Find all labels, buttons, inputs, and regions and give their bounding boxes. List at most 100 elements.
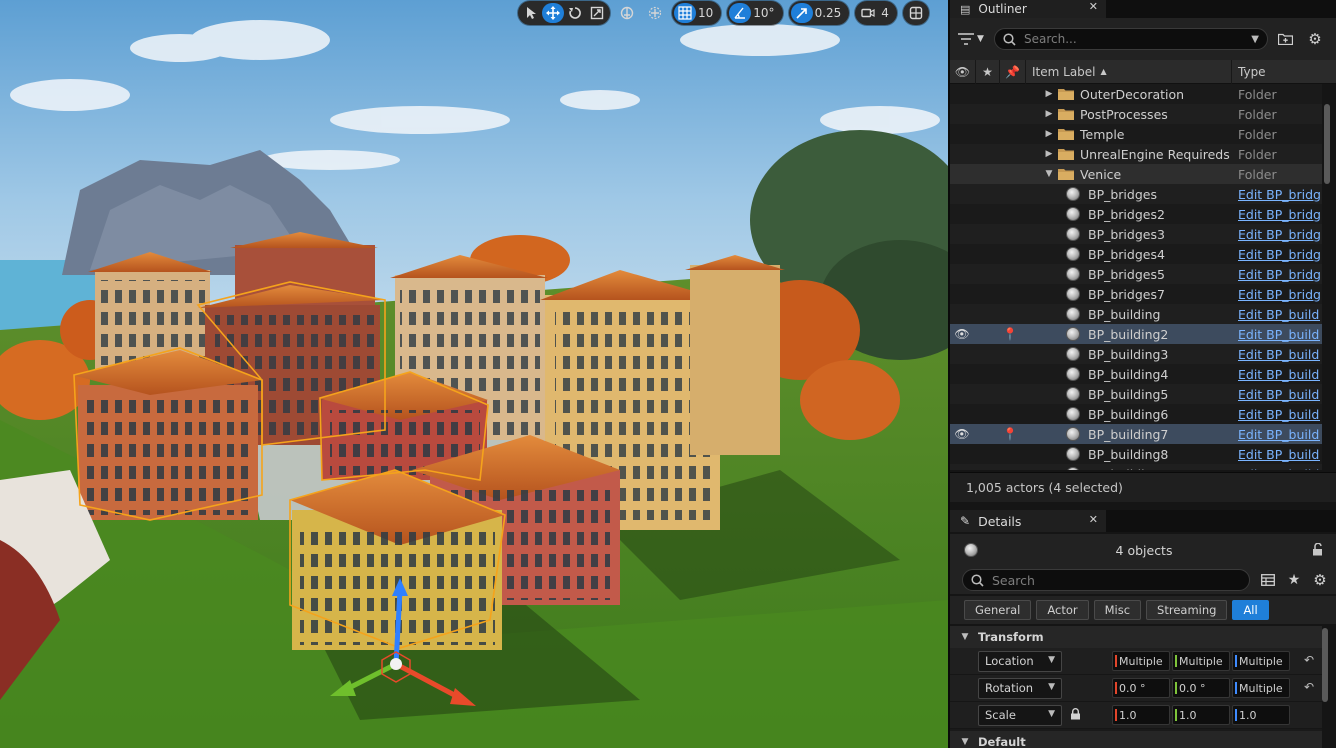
close-icon[interactable]: ✕	[1089, 513, 1098, 526]
outliner-row[interactable]: BP_bridges5 Edit BP_bridges	[950, 264, 1322, 284]
outliner-row[interactable]: BP_bridges4 Edit BP_bridges	[950, 244, 1322, 264]
chevron-right-icon[interactable]: ▶	[1044, 149, 1054, 159]
scene-render[interactable]	[0, 0, 948, 748]
edit-blueprint-link[interactable]: Edit BP_building	[1234, 307, 1320, 322]
pin-icon[interactable]: 📍	[998, 327, 1022, 341]
outliner-row[interactable]: ▶ OuterDecoration Folder	[950, 84, 1322, 104]
chevron-down-icon[interactable]: ▼	[1044, 169, 1054, 179]
surface-snapping-button[interactable]	[644, 3, 666, 23]
item-label-column[interactable]: Item Label ▲	[1026, 59, 1232, 84]
chevron-right-icon[interactable]: ▶	[1044, 129, 1054, 139]
edit-blueprint-link[interactable]: Edit BP_building	[1234, 387, 1320, 402]
select-mode-button[interactable]	[520, 3, 542, 23]
chevron-right-icon[interactable]: ▶	[1044, 89, 1054, 99]
eye-icon[interactable]: 👁	[950, 427, 974, 441]
rotation-z-field[interactable]: Multiple	[1232, 678, 1290, 698]
edit-blueprint-link[interactable]: Edit BP_building	[1234, 427, 1320, 442]
edit-blueprint-link[interactable]: Edit BP_building	[1234, 367, 1320, 382]
grid-snap-toggle[interactable]	[674, 3, 696, 23]
edit-blueprint-link[interactable]: Edit BP_building	[1234, 347, 1320, 362]
outliner-row[interactable]: BP_building4 Edit BP_building	[950, 364, 1322, 384]
rotation-x-field[interactable]: 0.0 °	[1112, 678, 1170, 698]
location-y-field[interactable]: Multiple	[1172, 651, 1230, 671]
location-x-field[interactable]: Multiple	[1112, 651, 1170, 671]
outliner-row[interactable]: BP_bridges7 Edit BP_bridges	[950, 284, 1322, 304]
details-tab[interactable]: ✎ Details ✕	[950, 510, 1106, 532]
edit-blueprint-link[interactable]: Edit BP_building	[1234, 467, 1320, 471]
edit-blueprint-link[interactable]: Edit BP_bridges	[1234, 187, 1320, 202]
outliner-row[interactable]: BP_building Edit BP_building	[950, 304, 1322, 324]
edit-blueprint-link[interactable]: Edit BP_bridges	[1234, 227, 1320, 242]
scale-mode-button[interactable]	[586, 3, 608, 23]
outliner-row[interactable]: BP_building5 Edit BP_building	[950, 384, 1322, 404]
scale-z-field[interactable]: 1.0	[1232, 705, 1290, 725]
chevron-right-icon[interactable]: ▶	[1044, 109, 1054, 119]
outliner-row[interactable]: BP_building3 Edit BP_building	[950, 344, 1322, 364]
outliner-row[interactable]: ▶ UnrealEngine Requireds Folder	[950, 144, 1322, 164]
outliner-settings-button[interactable]: ⚙	[1302, 27, 1328, 51]
location-z-field[interactable]: Multiple	[1232, 651, 1290, 671]
edit-blueprint-link[interactable]: Edit BP_bridges	[1234, 267, 1320, 282]
details-scrollbar[interactable]	[1322, 628, 1328, 702]
outliner-tree[interactable]: ▶ OuterDecoration Folder ▶ PostProcesses Fold…	[950, 84, 1322, 470]
pin-column[interactable]: 📌	[1000, 59, 1026, 84]
camera-speed-button[interactable]	[857, 3, 879, 23]
outliner-row[interactable]: BP_building6 Edit BP_building	[950, 404, 1322, 424]
outliner-scrollbar[interactable]	[1324, 104, 1330, 184]
rotation-y-field[interactable]: 0.0 °	[1172, 678, 1230, 698]
scale-mode-dropdown[interactable]: Scale ▼	[978, 704, 1062, 726]
details-search-input[interactable]: Search	[962, 569, 1250, 591]
outliner-row[interactable]: BP_building9 Edit BP_building	[950, 464, 1322, 470]
scale-x-field[interactable]: 1.0	[1112, 705, 1170, 725]
filter-tab-general[interactable]: General	[964, 600, 1032, 620]
pin-icon[interactable]: 📍	[998, 427, 1022, 441]
eye-icon[interactable]: 👁	[950, 327, 974, 341]
filter-tab-misc[interactable]: Misc	[1093, 600, 1142, 620]
camera-speed-value[interactable]: 4	[879, 6, 895, 20]
outliner-row[interactable]: BP_bridges2 Edit BP_bridges	[950, 204, 1322, 224]
outliner-row[interactable]: BP_bridges Edit BP_bridges	[950, 184, 1322, 204]
edit-blueprint-link[interactable]: Edit BP_bridges	[1234, 207, 1320, 222]
edit-blueprint-link[interactable]: Edit BP_building	[1234, 407, 1320, 422]
reset-arrow-icon[interactable]: ↶	[1304, 653, 1314, 667]
favorites-button[interactable]: ★	[1282, 569, 1306, 591]
edit-blueprint-link[interactable]: Edit BP_bridges	[1234, 287, 1320, 302]
transform-category[interactable]: ▼ Transform	[950, 626, 1322, 648]
outliner-search-input[interactable]: Search... ▼	[994, 28, 1268, 50]
details-settings-button[interactable]: ⚙	[1308, 569, 1332, 591]
scale-snap-toggle[interactable]	[790, 3, 813, 23]
location-mode-dropdown[interactable]: Location ▼	[978, 650, 1062, 672]
viewport-layout-button[interactable]	[905, 3, 927, 23]
outliner-row[interactable]: BP_bridges3 Edit BP_bridges	[950, 224, 1322, 244]
reset-arrow-icon[interactable]: ↶	[1304, 680, 1314, 694]
outliner-row[interactable]: ▶ Temple Folder	[950, 124, 1322, 144]
close-icon[interactable]: ✕	[1089, 0, 1098, 13]
rotation-mode-dropdown[interactable]: Rotation ▼	[978, 677, 1062, 699]
favorite-column[interactable]: ★	[976, 59, 1000, 84]
type-column[interactable]: Type	[1232, 60, 1316, 84]
translate-mode-button[interactable]	[542, 3, 564, 23]
outliner-row[interactable]: BP_building8 Edit BP_building	[950, 444, 1322, 464]
edit-blueprint-link[interactable]: Edit BP_building	[1234, 447, 1320, 462]
filter-tab-streaming[interactable]: Streaming	[1146, 600, 1228, 620]
outliner-row[interactable]: 👁 📍 BP_building7 Edit BP_building	[950, 424, 1322, 444]
filter-button[interactable]: ▼	[958, 27, 994, 51]
outliner-tab[interactable]: ▤ Outliner ✕	[950, 0, 1106, 18]
default-category[interactable]: ▼ Default	[950, 731, 1322, 748]
outliner-row[interactable]: ▼ Venice Folder	[950, 164, 1322, 184]
filter-tab-actor[interactable]: Actor	[1036, 600, 1089, 620]
level-viewport[interactable]: 10 10° 0.25 4	[0, 0, 948, 748]
outliner-row[interactable]: ▶ PostProcesses Folder	[950, 104, 1322, 124]
outliner-row[interactable]: 👁 📍 BP_building2 Edit BP_building	[950, 324, 1322, 344]
scale-y-field[interactable]: 1.0	[1172, 705, 1230, 725]
property-matrix-button[interactable]	[1256, 569, 1280, 591]
add-folder-button[interactable]	[1272, 27, 1298, 51]
scale-snap-value[interactable]: 0.25	[813, 6, 848, 20]
grid-snap-value[interactable]: 10	[696, 6, 719, 20]
unlock-icon[interactable]	[1312, 542, 1324, 559]
filter-tab-all[interactable]: All	[1232, 600, 1269, 620]
chevron-down-icon[interactable]: ▼	[1251, 34, 1259, 45]
visibility-column[interactable]: 👁	[950, 59, 976, 84]
edit-blueprint-link[interactable]: Edit BP_bridges	[1234, 247, 1320, 262]
lock-icon[interactable]	[1070, 708, 1081, 723]
